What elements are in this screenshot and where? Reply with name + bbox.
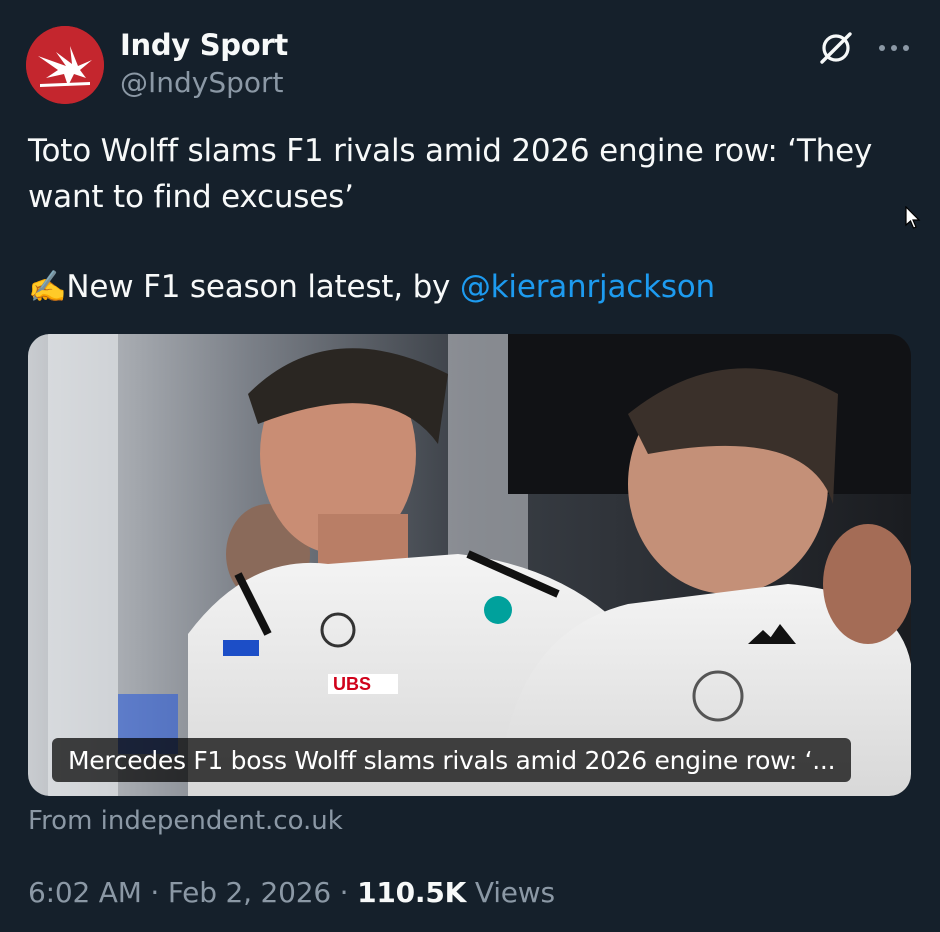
views-label: Views (466, 876, 555, 909)
byline-prefix: New F1 season latest, by (66, 269, 460, 305)
author-name[interactable]: Indy Sport (120, 28, 288, 62)
grok-slash-icon[interactable] (816, 28, 856, 68)
eagle-logo-icon (26, 26, 104, 104)
card-caption[interactable]: Mercedes F1 boss Wolff slams rivals amid… (52, 738, 852, 782)
writing-hand-emoji: ✍️ (28, 269, 67, 305)
tweet-date[interactable]: Feb 2, 2026 (168, 876, 331, 909)
card-source[interactable]: From independent.co.uk (28, 806, 343, 836)
meta-separator: · (141, 876, 168, 909)
more-dots-icon[interactable] (876, 30, 912, 66)
tweet-meta: 6:02 AM · Feb 2, 2026 · 110.5K Views (28, 876, 555, 909)
tweet-byline: ✍️New F1 season latest, by @kieranrjacks… (28, 264, 715, 310)
card-photo: UBS (28, 334, 911, 796)
tweet-text: Toto Wolff slams F1 rivals amid 2026 eng… (28, 133, 873, 215)
avatar[interactable] (26, 26, 104, 104)
link-card-image[interactable]: UBS Mercedes F1 boss Wolff slams rivals … (28, 334, 911, 796)
views-count: 110.5K (357, 876, 467, 909)
author-handle[interactable]: @IndySport (120, 66, 284, 99)
meta-separator: · (330, 876, 358, 909)
svg-text:UBS: UBS (333, 674, 371, 694)
mention-link[interactable]: @kieranrjackson (460, 269, 715, 305)
tweet-time[interactable]: 6:02 AM (28, 876, 142, 909)
